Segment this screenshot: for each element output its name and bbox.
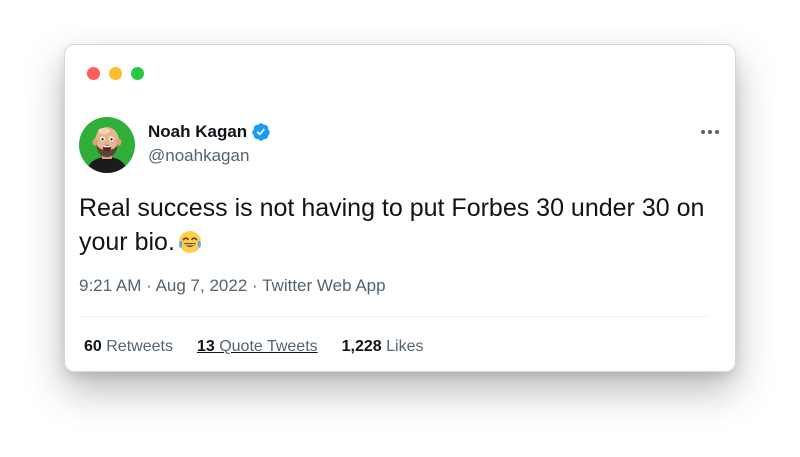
likes-stat[interactable]: 1,228 Likes (342, 338, 424, 356)
maximize-window-button[interactable] (131, 67, 144, 80)
retweets-count: 60 (84, 338, 102, 355)
stats-divider (79, 316, 709, 317)
likes-label: Likes (386, 338, 424, 355)
meta-separator: · (252, 276, 258, 295)
avatar-image (79, 117, 135, 173)
tweet-window: Noah Kagan @noahkagan Real success is no… (64, 44, 736, 372)
verified-badge-icon (252, 123, 270, 141)
author-name-row: Noah Kagan (148, 122, 271, 142)
author-avatar[interactable] (79, 117, 135, 173)
tweet-source[interactable]: Twitter Web App (262, 276, 385, 295)
retweets-label: Retweets (106, 338, 173, 355)
retweets-stat[interactable]: 60 Retweets (84, 338, 173, 356)
tweet-time[interactable]: 9:21 AM (79, 276, 141, 295)
close-window-button[interactable] (87, 67, 100, 80)
quote-tweets-label: Quote Tweets (219, 338, 318, 355)
quote-tweets-stat[interactable]: 13 Quote Tweets (197, 338, 318, 356)
author-handle[interactable]: @noahkagan (148, 146, 249, 166)
tweet-date[interactable]: Aug 7, 2022 (156, 276, 248, 295)
ellipsis-icon (701, 130, 719, 134)
tweet-meta: 9:21 AM · Aug 7, 2022 · Twitter Web App (79, 276, 386, 296)
quote-tweets-count: 13 (196, 338, 215, 355)
minimize-window-button[interactable] (109, 67, 122, 80)
meta-separator: · (146, 276, 152, 295)
tweet-stats: 60 Retweets 13 Quote Tweets 1,228 Likes (84, 338, 424, 356)
author-name[interactable]: Noah Kagan (148, 122, 247, 142)
tears-of-joy-emoji-icon (177, 229, 203, 264)
tweet-text: Real success is not having to put Forbes… (79, 191, 719, 264)
window-controls (87, 67, 144, 80)
tweet-body: Real success is not having to put Forbes… (79, 194, 705, 256)
more-options-icon[interactable] (699, 125, 721, 139)
likes-count: 1,228 (341, 338, 382, 355)
screenshot-stage: Noah Kagan @noahkagan Real success is no… (0, 0, 800, 457)
